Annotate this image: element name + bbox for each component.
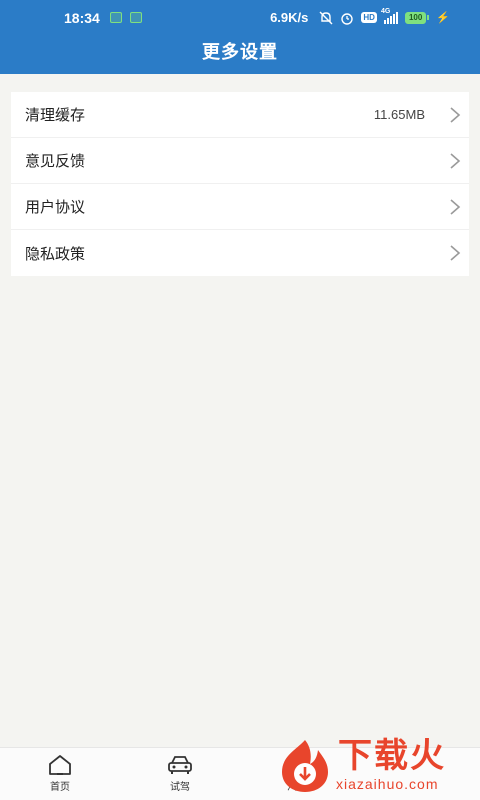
signal-icon: 4G [381, 8, 398, 24]
chevron-right-icon [450, 245, 461, 261]
car-icon [168, 756, 192, 774]
settings-item-user-agreement[interactable]: 用户协议 [11, 184, 469, 230]
nav-item-home[interactable]: 首页 [30, 754, 90, 793]
chevron-right-icon [450, 153, 461, 169]
app-notification-icon [110, 12, 122, 23]
cache-size-value: 11.65MB [373, 107, 425, 122]
nav-label: 首页 [50, 782, 70, 793]
watermark-url: xiazaihuo.com [336, 776, 439, 792]
settings-item-label: 用户协议 [25, 198, 86, 216]
signal-type: 4G [380, 7, 391, 15]
app-notification-icon [130, 12, 142, 23]
alarm-icon [341, 12, 354, 25]
mute-bell-icon [319, 11, 333, 24]
status-bar: 18:34 6.9K/s HD 4G 100 ⚡ [0, 0, 480, 36]
watermark: 下载火 xiazaihuo.com [274, 736, 474, 796]
flame-logo-icon [282, 740, 328, 792]
notification-icons [110, 12, 142, 23]
charging-icon: ⚡ [436, 12, 450, 24]
nav-label: 试驾 [170, 782, 190, 793]
settings-item-label: 清理缓存 [25, 106, 86, 124]
battery-icon: 100 [404, 11, 430, 24]
settings-item-label: 意见反馈 [25, 152, 86, 170]
settings-list: 清理缓存 11.65MB 意见反馈 用户协议 隐私政策 [11, 92, 469, 276]
page-title: 更多设置 [202, 42, 278, 63]
home-icon [49, 755, 71, 775]
settings-item-label: 隐私政策 [25, 244, 86, 263]
settings-item-clear-cache[interactable]: 清理缓存 11.65MB [11, 92, 469, 138]
hd-badge: HD [361, 12, 377, 23]
chevron-right-icon [450, 199, 461, 215]
status-time: 18:34 [64, 10, 100, 26]
nav-item-test-drive[interactable]: 试驾 [150, 754, 210, 793]
app-header: 18:34 6.9K/s HD 4G 100 ⚡ 更多设置 [0, 0, 480, 74]
watermark-brand: 下载火 [338, 736, 446, 776]
settings-screen: 18:34 6.9K/s HD 4G 100 ⚡ 更多设置 清理缓存 11.65… [0, 0, 480, 800]
battery-level: 100 [404, 11, 427, 24]
settings-item-feedback[interactable]: 意见反馈 [11, 138, 469, 184]
chevron-right-icon [450, 107, 461, 123]
network-speed: 6.9K/s [270, 10, 309, 25]
settings-item-privacy-policy[interactable]: 隐私政策 [11, 230, 469, 276]
status-indicators: 6.9K/s HD 4G 100 ⚡ [270, 8, 450, 26]
